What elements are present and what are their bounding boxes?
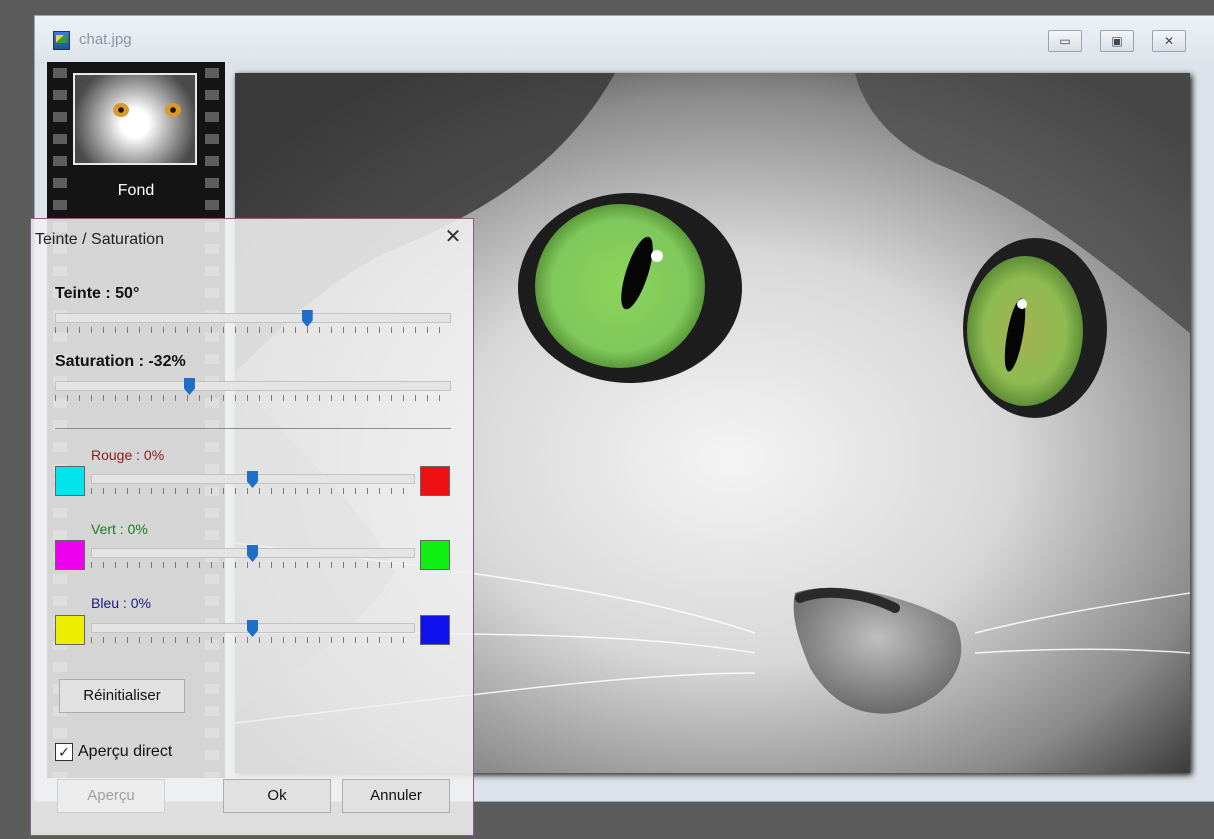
green-swatch bbox=[420, 540, 450, 570]
preview-button[interactable]: Aperçu bbox=[57, 779, 165, 813]
blue-swatch bbox=[420, 615, 450, 645]
hue-slider-thumb[interactable] bbox=[301, 310, 313, 327]
blue-slider-ticks bbox=[91, 637, 415, 643]
dialog-title: Teinte / Saturation bbox=[35, 231, 164, 248]
window-title: chat.jpg bbox=[79, 31, 132, 48]
live-preview-label[interactable]: Aperçu direct bbox=[78, 743, 172, 761]
green-label: Vert : 0% bbox=[91, 521, 148, 537]
thumbnail-eye-left bbox=[113, 103, 129, 117]
close-window-button[interactable]: ✕ bbox=[1152, 30, 1186, 52]
reset-button[interactable]: Réinitialiser bbox=[59, 679, 185, 713]
red-slider-thumb[interactable] bbox=[247, 471, 258, 488]
hue-label: Teinte : 50° bbox=[55, 285, 140, 302]
blue-slider[interactable] bbox=[91, 620, 415, 637]
cancel-button[interactable]: Annuler bbox=[342, 779, 450, 813]
maximize-button[interactable]: ▣ bbox=[1100, 30, 1134, 52]
magenta-swatch bbox=[55, 540, 85, 570]
layer-name[interactable]: Fond bbox=[47, 182, 225, 200]
minimize-button[interactable]: ▭ bbox=[1048, 30, 1082, 52]
layer-thumbnail[interactable] bbox=[73, 73, 197, 165]
red-swatch bbox=[420, 466, 450, 496]
window-titlebar[interactable]: chat.jpg ▭ ▣ ✕ bbox=[35, 16, 1214, 62]
green-slider-ticks bbox=[91, 562, 415, 568]
saturation-slider[interactable] bbox=[55, 378, 451, 395]
blue-label: Bleu : 0% bbox=[91, 595, 151, 611]
image-file-icon bbox=[53, 31, 70, 50]
hue-slider-ticks bbox=[55, 327, 451, 333]
red-label: Rouge : 0% bbox=[91, 447, 165, 463]
red-slider-ticks bbox=[91, 488, 415, 494]
thumbnail-eye-right bbox=[165, 103, 181, 117]
cyan-swatch bbox=[55, 466, 85, 496]
saturation-slider-ticks bbox=[55, 395, 451, 401]
close-icon[interactable]: ✕ bbox=[442, 224, 464, 250]
green-slider-thumb[interactable] bbox=[247, 545, 258, 562]
saturation-label: Saturation : -32% bbox=[55, 353, 186, 370]
ok-button[interactable]: Ok bbox=[223, 779, 331, 813]
red-slider[interactable] bbox=[91, 471, 415, 488]
blue-slider-thumb[interactable] bbox=[247, 620, 258, 637]
saturation-slider-thumb[interactable] bbox=[183, 378, 195, 395]
hue-saturation-dialog: Teinte / Saturation ✕ Teinte : 50° Satur… bbox=[30, 218, 474, 836]
hue-slider[interactable] bbox=[55, 310, 451, 327]
green-slider[interactable] bbox=[91, 545, 415, 562]
live-preview-checkbox[interactable]: ✓ bbox=[55, 743, 73, 761]
yellow-swatch bbox=[55, 615, 85, 645]
dialog-separator bbox=[55, 428, 451, 429]
